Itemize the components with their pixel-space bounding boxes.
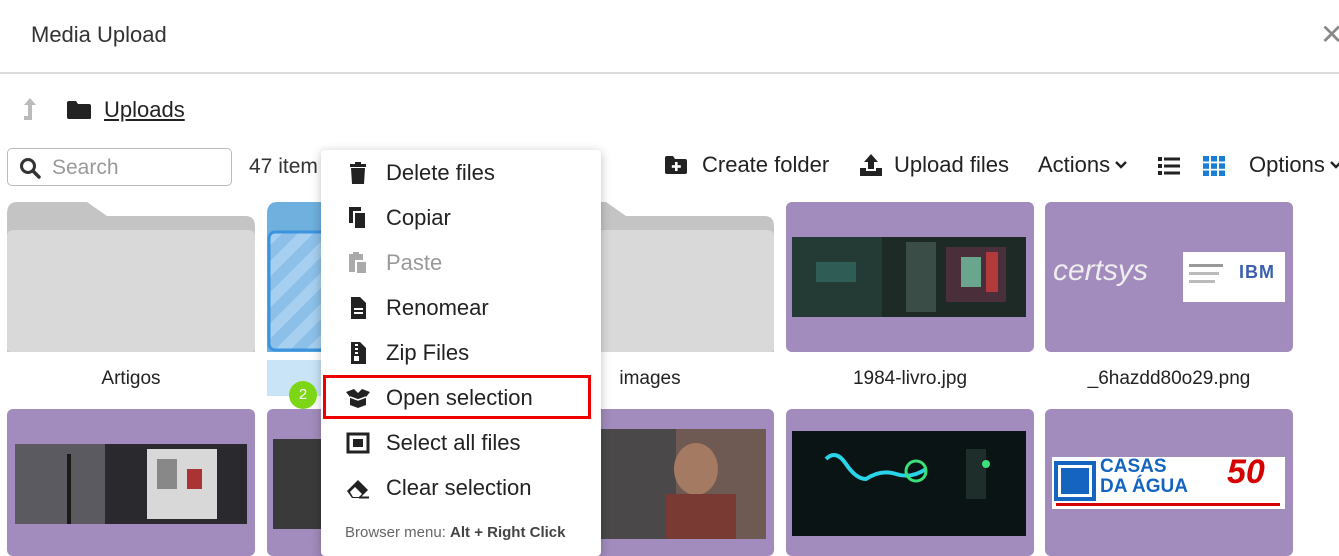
dialog-title: Media Upload	[31, 22, 167, 47]
menu-item-copiar[interactable]: Copiar	[321, 197, 601, 237]
breadcrumb-uploads-link[interactable]: Uploads	[104, 97, 185, 123]
casas-da-agua-logo: CASAS DA ÁGUA 50	[1052, 453, 1285, 509]
context-menu: Delete files Copiar Paste Renomear Zip F…	[321, 150, 601, 556]
upload-files-button[interactable]: Upload files	[858, 152, 1009, 178]
menu-item-clear-selection[interactable]: Clear selection	[321, 467, 601, 507]
image-thumbnail	[7, 409, 255, 556]
image-thumbnail	[786, 202, 1034, 352]
menu-item-paste[interactable]: Paste	[321, 242, 601, 282]
folder-plus-icon	[665, 156, 687, 174]
actions-dropdown[interactable]: Actions	[1038, 152, 1128, 178]
zip-icon	[351, 342, 366, 364]
tile-caption: Artigos	[101, 368, 161, 389]
casas-logo-line1: CASAS	[1100, 456, 1167, 477]
search-box	[7, 148, 232, 186]
image-thumbnail	[786, 409, 1034, 556]
menu-item-label: Paste	[386, 250, 443, 275]
menu-item-label: Delete files	[386, 160, 495, 185]
actions-label: Actions	[1038, 152, 1111, 177]
ibm-logo-text: IBM	[1239, 262, 1275, 282]
menu-item-label: Zip Files	[386, 340, 470, 365]
search-input[interactable]	[50, 153, 224, 183]
browser-menu-hint: Browser menu: Alt + Right Click	[345, 524, 565, 541]
trash-icon	[350, 162, 366, 184]
menu-item-label: Clear selection	[386, 475, 532, 500]
ibm-partner-badge: IBM	[1183, 252, 1285, 302]
tile-caption: 1984-livro.jpg	[852, 368, 968, 389]
list-icon[interactable]	[1158, 156, 1180, 176]
copy-icon	[349, 207, 367, 229]
options-dropdown[interactable]: Options	[1249, 152, 1339, 178]
casas-50-badge: 50	[1227, 453, 1265, 491]
menu-item-zip-files[interactable]: Zip Files	[321, 332, 601, 372]
menu-item-select-all-files[interactable]: Select all files	[321, 422, 601, 462]
arrow-up-icon[interactable]	[20, 96, 40, 124]
paste-icon	[349, 252, 368, 274]
eraser-icon	[347, 480, 369, 499]
file-text-icon	[351, 297, 366, 319]
casas-logo-line2: DA ÁGUA	[1100, 476, 1188, 497]
step-badge: 2	[289, 381, 317, 409]
menu-item-label: Select all files	[386, 430, 521, 455]
folder-icon	[67, 101, 91, 119]
highlight-box	[323, 375, 591, 419]
close-icon[interactable]: ✕	[1320, 18, 1339, 51]
create-folder-label: Create folder	[702, 152, 830, 177]
menu-item-label: Renomear	[386, 295, 489, 320]
certsys-logo-text: certsys	[1053, 254, 1149, 287]
grid-icon[interactable]	[1203, 156, 1225, 176]
select-all-icon	[346, 432, 370, 454]
breadcrumb: Uploads	[0, 92, 600, 128]
dialog-header: Media Upload ✕	[0, 0, 1339, 74]
image-thumbnail: CASAS DA ÁGUA 50	[1045, 409, 1293, 556]
upload-files-label: Upload files	[894, 152, 1009, 177]
menu-item-label: Copiar	[386, 205, 451, 230]
menu-item-delete-files[interactable]: Delete files	[321, 152, 601, 192]
menu-item-renomear[interactable]: Renomear	[321, 287, 601, 327]
item-count: 47 item	[249, 155, 318, 178]
image-thumbnail: certsys IBM	[1045, 202, 1293, 352]
hint-prefix: Browser menu:	[345, 524, 451, 541]
options-label: Options	[1249, 152, 1325, 177]
upload-icon	[860, 154, 882, 176]
chevron-down-icon	[1115, 161, 1128, 169]
search-icon	[20, 158, 41, 179]
folder-icon	[7, 202, 255, 352]
tile-caption: _6hazdd80o29.png	[1087, 368, 1251, 389]
hint-shortcut: Alt + Right Click	[450, 524, 566, 541]
chevron-down-icon	[1329, 161, 1339, 169]
create-folder-button[interactable]: Create folder	[664, 152, 829, 178]
